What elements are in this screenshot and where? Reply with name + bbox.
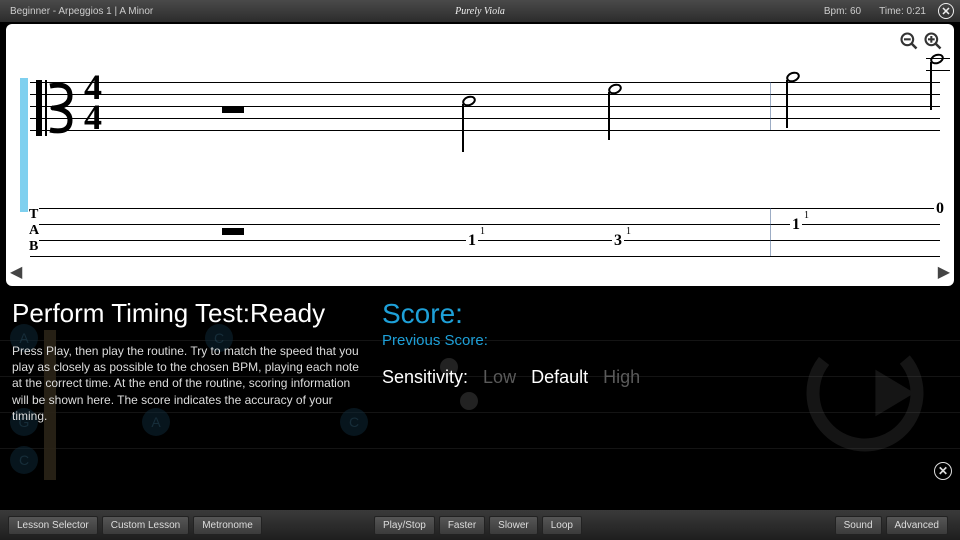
lesson-selector-button[interactable]: Lesson Selector bbox=[8, 516, 98, 535]
timing-title: Perform Timing Test:Ready bbox=[12, 298, 362, 329]
note bbox=[930, 54, 944, 64]
tab-barline bbox=[770, 208, 771, 256]
note bbox=[608, 84, 622, 94]
bg-note-c3: C bbox=[10, 446, 38, 474]
brand-text: Purely Viola bbox=[455, 6, 505, 17]
top-bar: Beginner - Arpeggios 1 | A Minor Purely … bbox=[0, 0, 960, 22]
sensitivity-default[interactable]: Default bbox=[531, 367, 588, 387]
time-sig-bottom: 4 bbox=[84, 102, 102, 132]
advanced-button[interactable]: Advanced bbox=[886, 516, 948, 535]
tab-fret: 3 bbox=[612, 232, 624, 250]
timing-test-panel: A C G A C C Perform Timing Test:Ready Pr… bbox=[0, 288, 960, 488]
note bbox=[786, 72, 800, 82]
scroll-right-icon[interactable]: ▶ bbox=[938, 262, 950, 282]
close-icon[interactable]: ✕ bbox=[938, 3, 954, 19]
faster-button[interactable]: Faster bbox=[439, 516, 485, 535]
score-panel: 4 4 T A B bbox=[6, 24, 954, 286]
sensitivity-label: Sensitivity: bbox=[382, 367, 468, 387]
zoom-in-icon[interactable] bbox=[922, 30, 944, 52]
tab-rest bbox=[222, 228, 244, 235]
metronome-button[interactable]: Metronome bbox=[193, 516, 262, 535]
playback-cursor bbox=[20, 78, 28, 212]
brand-logo: Purely Viola bbox=[455, 6, 505, 17]
note bbox=[462, 96, 476, 106]
half-rest bbox=[222, 106, 244, 113]
tab-staff: T A B 1 1 3 1 1 1 0 bbox=[30, 208, 940, 256]
tab-finger: 1 bbox=[480, 226, 485, 237]
custom-lesson-button[interactable]: Custom Lesson bbox=[102, 516, 189, 535]
panel-close-icon[interactable]: ✕ bbox=[934, 462, 952, 480]
play-stop-button[interactable]: Play/Stop bbox=[374, 516, 435, 535]
tab-finger: 1 bbox=[626, 226, 631, 237]
sound-button[interactable]: Sound bbox=[835, 516, 882, 535]
barline bbox=[770, 82, 771, 130]
alto-clef-icon bbox=[36, 80, 76, 141]
bpm-label: Bpm: 60 bbox=[824, 6, 861, 17]
tab-finger: 1 bbox=[804, 210, 809, 221]
lesson-title: Beginner - Arpeggios 1 | A Minor bbox=[10, 6, 153, 17]
staff-area: 4 4 T A B bbox=[20, 74, 940, 256]
time-signature: 4 4 bbox=[84, 72, 102, 132]
loop-button[interactable]: Loop bbox=[542, 516, 582, 535]
sensitivity-low[interactable]: Low bbox=[483, 367, 516, 387]
time-label: Time: 0:21 bbox=[879, 6, 926, 17]
tab-fret: 0 bbox=[934, 200, 946, 218]
timing-instructions: Press Play, then play the routine. Try t… bbox=[12, 343, 362, 424]
slower-button[interactable]: Slower bbox=[489, 516, 538, 535]
previous-score-label: Previous Score: bbox=[382, 332, 948, 349]
timing-title-text: Perform Timing Test: bbox=[12, 298, 250, 328]
tab-clef: T A B bbox=[29, 208, 39, 256]
sensitivity-high[interactable]: High bbox=[603, 367, 640, 387]
tab-fret: 1 bbox=[790, 216, 802, 234]
sensitivity-row: Sensitivity: Low Default High bbox=[382, 367, 948, 388]
tab-fret: 1 bbox=[466, 232, 478, 250]
bottom-toolbar: Lesson Selector Custom Lesson Metronome … bbox=[0, 510, 960, 540]
zoom-out-icon[interactable] bbox=[898, 30, 920, 52]
score-label: Score: bbox=[382, 298, 948, 330]
scroll-left-icon[interactable]: ◀ bbox=[10, 262, 22, 282]
timing-status: Ready bbox=[250, 298, 325, 328]
music-staff: 4 4 bbox=[30, 82, 940, 130]
